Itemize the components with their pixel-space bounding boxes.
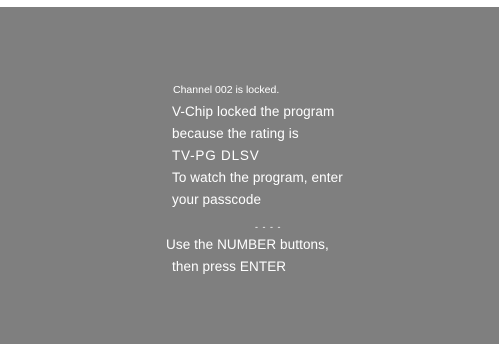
- passcode-field[interactable]: - - - -: [255, 222, 282, 232]
- locked-channel-text: Channel 002 is locked.: [173, 84, 280, 96]
- rating-text: TV-PG DLSV: [172, 148, 260, 163]
- instruction-line: Use the NUMBER buttons,: [166, 237, 329, 252]
- instruction-line: then press ENTER: [172, 259, 287, 274]
- vchip-message-line: To watch the program, enter: [172, 170, 343, 185]
- vchip-message-line: your passcode: [172, 192, 262, 207]
- vchip-message-line: V-Chip locked the program: [172, 104, 335, 119]
- vchip-message-line: because the rating is: [172, 126, 299, 141]
- tv-screen: Channel 002 is locked. V-Chip locked the…: [0, 7, 499, 344]
